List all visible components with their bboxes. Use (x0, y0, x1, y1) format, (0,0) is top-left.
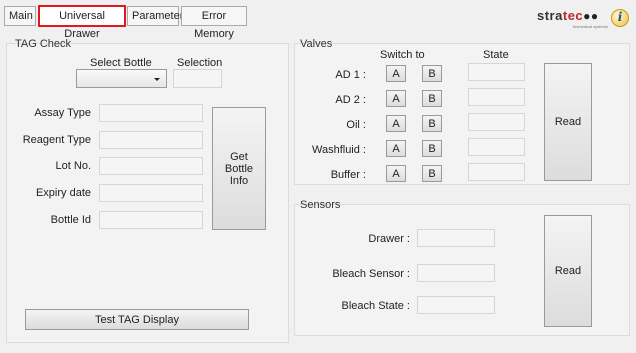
valve-ad1-label: AD 1 (335, 69, 360, 81)
expiry-date-field (99, 184, 203, 202)
valve-washfluid-a-button[interactable]: A (386, 140, 406, 157)
get-bottle-info-button[interactable]: Get Bottle Info (212, 107, 266, 230)
selection-field (173, 69, 222, 88)
stratec-logo: stratec●● (537, 8, 599, 23)
valve-oil-b-button[interactable]: B (422, 115, 442, 132)
bleach-state-field (417, 296, 495, 314)
valves-read-button[interactable]: Read (544, 63, 592, 181)
valve-ad2-state-field (468, 88, 525, 106)
bottle-id-field (99, 211, 203, 229)
select-bottle-dropdown[interactable] (76, 69, 167, 88)
valve-row-label: Oil : (346, 119, 366, 131)
valve-ad2-label: AD 2 (335, 94, 360, 106)
tag-check-title: TAG Check (15, 38, 72, 50)
valve-ad2-a-button[interactable]: A (386, 90, 406, 107)
sensors-read-button[interactable]: Read (544, 215, 592, 327)
valve-buffer-state-field (468, 163, 525, 181)
test-tag-display-button[interactable]: Test TAG Display (25, 309, 249, 330)
valve-buffer-b-button[interactable]: B (422, 165, 442, 182)
switch-to-label: Switch to (380, 49, 425, 61)
valve-washfluid-b-button[interactable]: B (422, 140, 442, 157)
info-icon[interactable]: i (611, 9, 629, 27)
lot-no-label: Lot No. (55, 160, 91, 172)
tab-parameter[interactable]: Parameter (127, 6, 183, 26)
reagent-type-label: Reagent Type (22, 134, 91, 146)
valve-buffer-label: Buffer (330, 169, 360, 181)
valve-ad1-b-button[interactable]: B (422, 65, 442, 82)
drawer-sensor-label: Drawer (368, 233, 404, 245)
assay-type-label: Assay Type (34, 107, 91, 119)
tab-main[interactable]: Main (4, 6, 36, 26)
valve-row-label: AD 1 : (335, 69, 366, 81)
valve-washfluid-label: Washfluid (311, 144, 360, 156)
valve-row-label: Washfluid : (311, 144, 366, 156)
select-bottle-label: Select Bottle (90, 57, 152, 69)
sensor-row-label: Bleach State : (341, 300, 411, 312)
tab-error-memory[interactable]: Error Memory (181, 6, 247, 40)
valves-title: Valves (300, 38, 333, 50)
reagent-type-field (99, 131, 203, 149)
bottle-id-label: Bottle Id (50, 214, 91, 226)
logo-dots-icon: ●● (583, 9, 599, 23)
sensors-title: Sensors (300, 199, 341, 211)
valve-row-label: AD 2 : (335, 94, 366, 106)
logo-text-accent: tec (562, 8, 584, 23)
state-label: State (483, 49, 509, 61)
valve-oil-state-field (468, 113, 525, 131)
valve-ad1-state-field (468, 63, 525, 81)
valve-row-label: Buffer : (330, 169, 366, 181)
logo-text-primary: stra (537, 8, 563, 23)
lot-no-field (99, 157, 203, 175)
sensor-row-label: Bleach Sensor : (332, 268, 410, 280)
logo-tagline: biomedical systems (573, 24, 608, 29)
selection-label: Selection (177, 57, 223, 69)
valve-oil-label: Oil (346, 119, 360, 131)
valve-ad1-a-button[interactable]: A (386, 65, 406, 82)
sensor-row-label: Drawer : (368, 233, 410, 245)
assay-type-field (99, 104, 203, 122)
valve-ad2-b-button[interactable]: B (422, 90, 442, 107)
valve-washfluid-state-field (468, 138, 525, 156)
drawer-sensor-field (417, 229, 495, 247)
chevron-down-icon (154, 78, 160, 81)
bleach-sensor-field (417, 264, 495, 282)
valve-oil-a-button[interactable]: A (386, 115, 406, 132)
bleach-sensor-label: Bleach Sensor (332, 268, 404, 280)
valve-buffer-a-button[interactable]: A (386, 165, 406, 182)
expiry-date-label: Expiry date (35, 187, 91, 199)
bleach-state-label: Bleach State (341, 300, 404, 312)
tab-universal-drawer[interactable]: Universal Drawer (38, 5, 126, 40)
